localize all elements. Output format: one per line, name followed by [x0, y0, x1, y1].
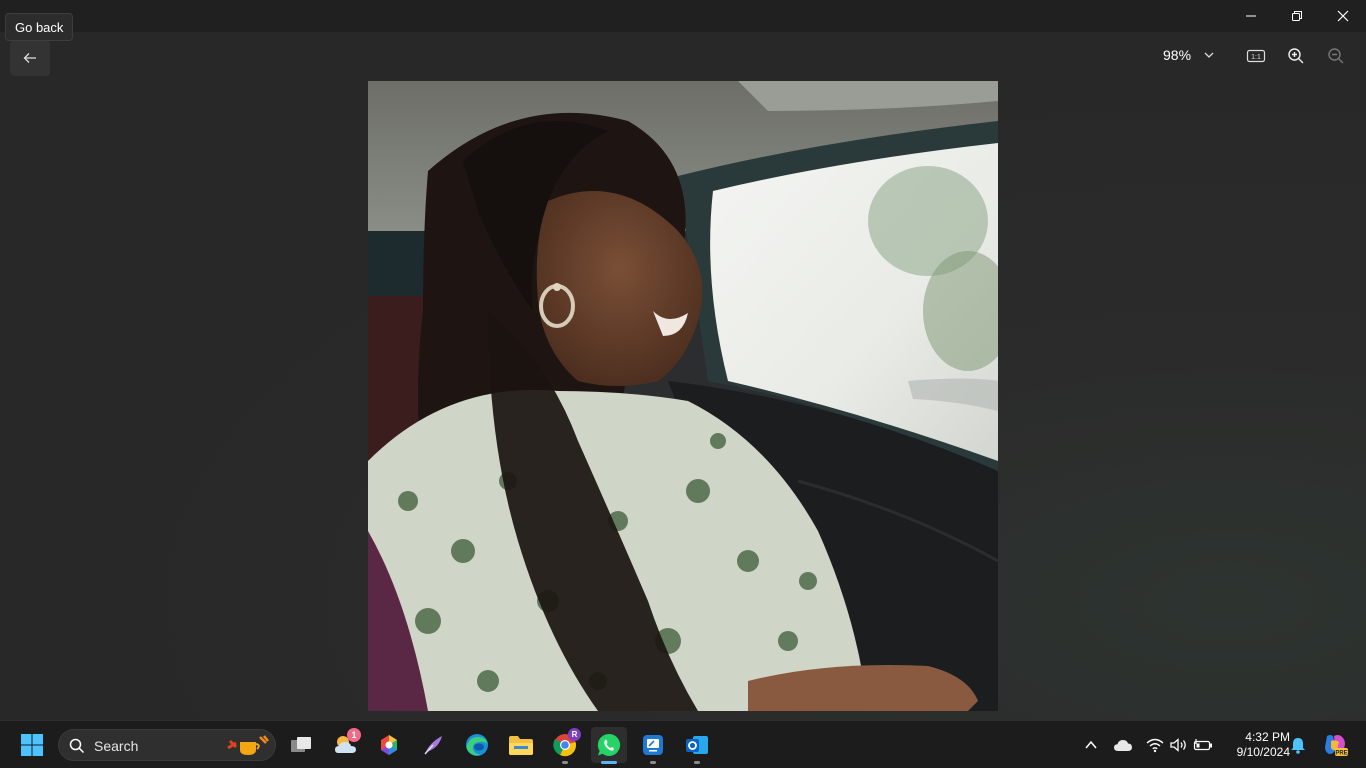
- weather-badge: 1: [347, 728, 361, 742]
- task-view-button[interactable]: [283, 727, 319, 763]
- back-arrow-icon: [23, 53, 36, 63]
- task-view-icon: [291, 737, 311, 752]
- photo: [368, 81, 998, 711]
- edge-button[interactable]: [459, 727, 495, 763]
- zoom-out-icon: [1328, 48, 1344, 64]
- file-explorer-icon: [509, 736, 533, 755]
- copilot-icon: PRE: [1325, 735, 1348, 757]
- chrome-profile-badge: R: [568, 728, 581, 741]
- edge-icon: [466, 734, 488, 756]
- notifications-button[interactable]: [1286, 733, 1310, 757]
- bell-icon: [1291, 738, 1305, 754]
- whatsapp-icon: [597, 733, 621, 756]
- volume-icon: [1170, 738, 1186, 752]
- actual-size-button[interactable]: 1:1: [1244, 44, 1268, 68]
- show-hidden-icons-button[interactable]: [1079, 733, 1103, 757]
- copilot-button[interactable]: PRE: [1321, 731, 1349, 759]
- quill-app-icon: [424, 736, 442, 755]
- tooltip: Go back: [5, 13, 74, 41]
- remote-desktop-icon: [643, 735, 663, 755]
- active-indicator: [601, 761, 617, 764]
- file-explorer-button[interactable]: [503, 727, 539, 763]
- zoom-out-button[interactable]: [1324, 44, 1348, 68]
- title-bar: ɔ: [0, 0, 1366, 32]
- svg-text:PRE: PRE: [1335, 751, 1347, 757]
- onedrive-icon: [1114, 740, 1132, 751]
- running-indicator: [562, 761, 568, 764]
- chrome-button[interactable]: R: [547, 727, 583, 764]
- quill-app-button[interactable]: [415, 727, 451, 763]
- zoom-level[interactable]: 98%: [1163, 47, 1191, 63]
- outlook-icon: [686, 736, 708, 754]
- clock-date: 9/10/2024: [1236, 745, 1290, 759]
- taskbar: Search 1 R 4:32 PM 9/10/2024 PRE: [0, 720, 1366, 768]
- search-icon: [69, 738, 85, 754]
- outlook-button[interactable]: [679, 727, 715, 764]
- volume-button[interactable]: [1167, 733, 1191, 757]
- zoom-in-icon: [1288, 48, 1304, 64]
- restore-button[interactable]: [1274, 0, 1320, 32]
- photos-app-button[interactable]: [371, 727, 407, 763]
- search-box[interactable]: Search: [58, 729, 276, 761]
- start-button[interactable]: [14, 727, 50, 763]
- running-indicator: [694, 761, 700, 764]
- search-label: Search: [94, 738, 139, 754]
- actual-size-icon: 1:1: [1246, 49, 1266, 63]
- battery-button[interactable]: [1191, 733, 1215, 757]
- chevron-down-icon: [1204, 52, 1214, 58]
- weather-widget[interactable]: 1: [328, 727, 364, 763]
- search-highlight-icon: [227, 735, 269, 755]
- minimize-icon: [1246, 15, 1256, 17]
- close-button[interactable]: [1320, 0, 1366, 32]
- onedrive-button[interactable]: [1111, 733, 1135, 757]
- wifi-button[interactable]: [1143, 733, 1167, 757]
- chevron-up-icon: [1085, 740, 1097, 749]
- photos-app-icon: [381, 735, 397, 755]
- actual-size-label: 1:1: [1251, 54, 1261, 61]
- close-icon: [1337, 10, 1349, 22]
- minimize-button[interactable]: [1228, 0, 1274, 32]
- clock-time: 4:32 PM: [1245, 730, 1290, 744]
- start-icon: [21, 734, 43, 756]
- wifi-icon: [1146, 738, 1164, 753]
- zoom-in-button[interactable]: [1284, 44, 1308, 68]
- remote-desktop-button[interactable]: [635, 727, 671, 764]
- running-indicator: [650, 761, 656, 764]
- battery-icon: [1193, 739, 1212, 751]
- back-button[interactable]: [10, 40, 50, 76]
- photo-image: [368, 81, 998, 711]
- clock[interactable]: 4:32 PM 9/10/2024: [1220, 730, 1290, 760]
- zoom-dropdown[interactable]: [1203, 48, 1215, 66]
- restore-icon: [1292, 11, 1302, 21]
- whatsapp-button[interactable]: [591, 727, 627, 764]
